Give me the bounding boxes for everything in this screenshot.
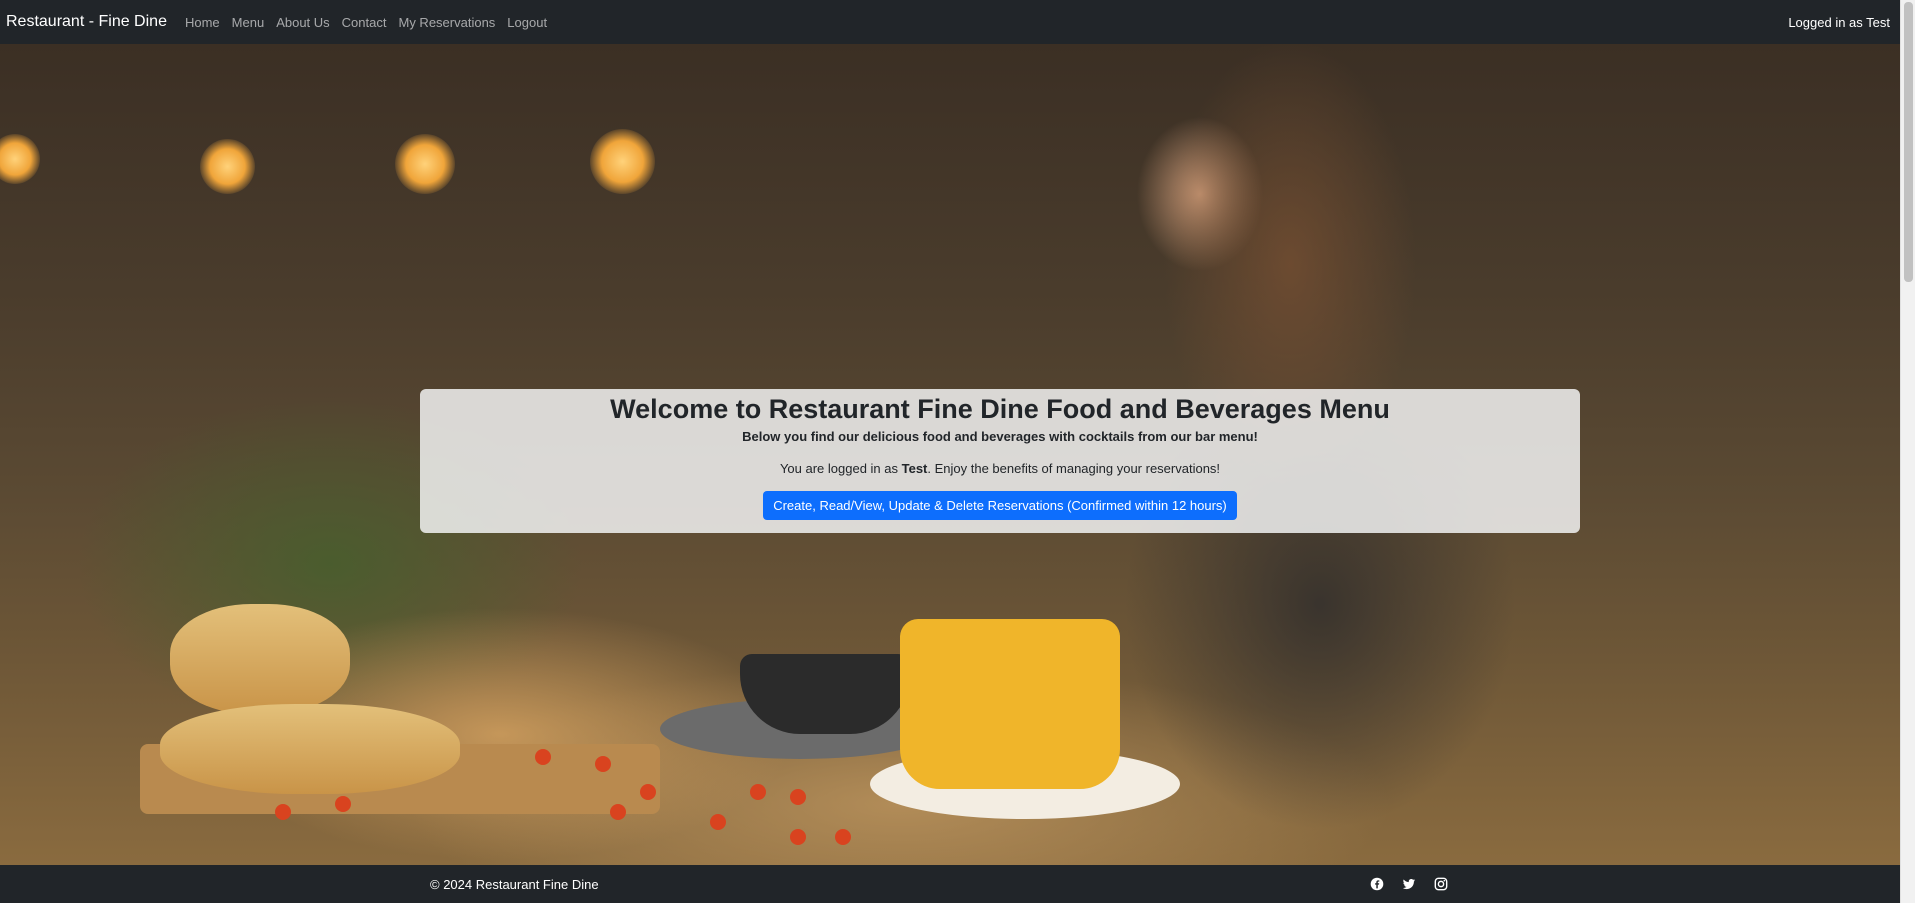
welcome-panel: Welcome to Restaurant Fine Dine Food and… <box>420 389 1580 533</box>
login-status-prefix: You are logged in as <box>779 461 902 476</box>
nav-link-my-reservations[interactable]: My Reservations <box>392 15 501 30</box>
navbar-brand[interactable]: Restaurant - Fine Dine <box>6 13 167 31</box>
decor-tomato <box>595 756 611 772</box>
decor-lamp <box>590 129 655 194</box>
decor-tomato <box>610 804 626 820</box>
page-footer: © 2024 Restaurant Fine Dine <box>0 865 1900 903</box>
twitter-icon[interactable] <box>1402 877 1416 891</box>
decor-tomato <box>750 784 766 800</box>
instagram-icon[interactable] <box>1434 877 1448 891</box>
nav-link-logout[interactable]: Logout <box>501 15 553 30</box>
top-navbar: Restaurant - Fine Dine Home Menu About U… <box>0 0 1900 44</box>
decor-lamp <box>0 134 40 184</box>
manage-reservations-button[interactable]: Create, Read/View, Update & Delete Reser… <box>763 491 1237 520</box>
decor-tomato <box>790 789 806 805</box>
decor-tomato <box>835 829 851 845</box>
user-status: Logged in as Test <box>1788 14 1890 30</box>
decor-lamp <box>395 134 455 194</box>
decor-tomato <box>335 796 351 812</box>
decor-tomato <box>710 814 726 830</box>
footer-copyright: © 2024 Restaurant Fine Dine <box>430 876 599 892</box>
nav-link-contact[interactable]: Contact <box>336 15 393 30</box>
facebook-icon[interactable] <box>1370 877 1384 891</box>
nav-link-about-us[interactable]: About Us <box>270 15 335 30</box>
decor-bread <box>170 604 350 714</box>
page-subtitle: Below you find our delicious food and be… <box>742 429 1258 444</box>
decor-lamp <box>200 139 255 194</box>
login-status-suffix: . Enjoy the benefits of managing your re… <box>927 461 1221 476</box>
decor-tomato <box>275 804 291 820</box>
decor-bowl <box>740 654 910 734</box>
scrollbar-thumb[interactable] <box>1904 2 1913 282</box>
page-title: Welcome to Restaurant Fine Dine Food and… <box>610 394 1390 424</box>
nav-link-menu[interactable]: Menu <box>226 15 271 30</box>
nav-links: Home Menu About Us Contact My Reservatio… <box>179 15 553 30</box>
decor-tomato <box>535 749 551 765</box>
decor-tomato <box>790 829 806 845</box>
decor-tomato <box>640 784 656 800</box>
decor-cup <box>900 619 1120 789</box>
nav-link-home[interactable]: Home <box>179 15 226 30</box>
vertical-scrollbar[interactable] <box>1900 0 1915 903</box>
login-status-text: You are logged in as Test. Enjoy the ben… <box>420 461 1580 477</box>
login-username: Test <box>901 461 928 476</box>
social-links <box>1370 865 1448 903</box>
decor-bread <box>160 704 460 794</box>
